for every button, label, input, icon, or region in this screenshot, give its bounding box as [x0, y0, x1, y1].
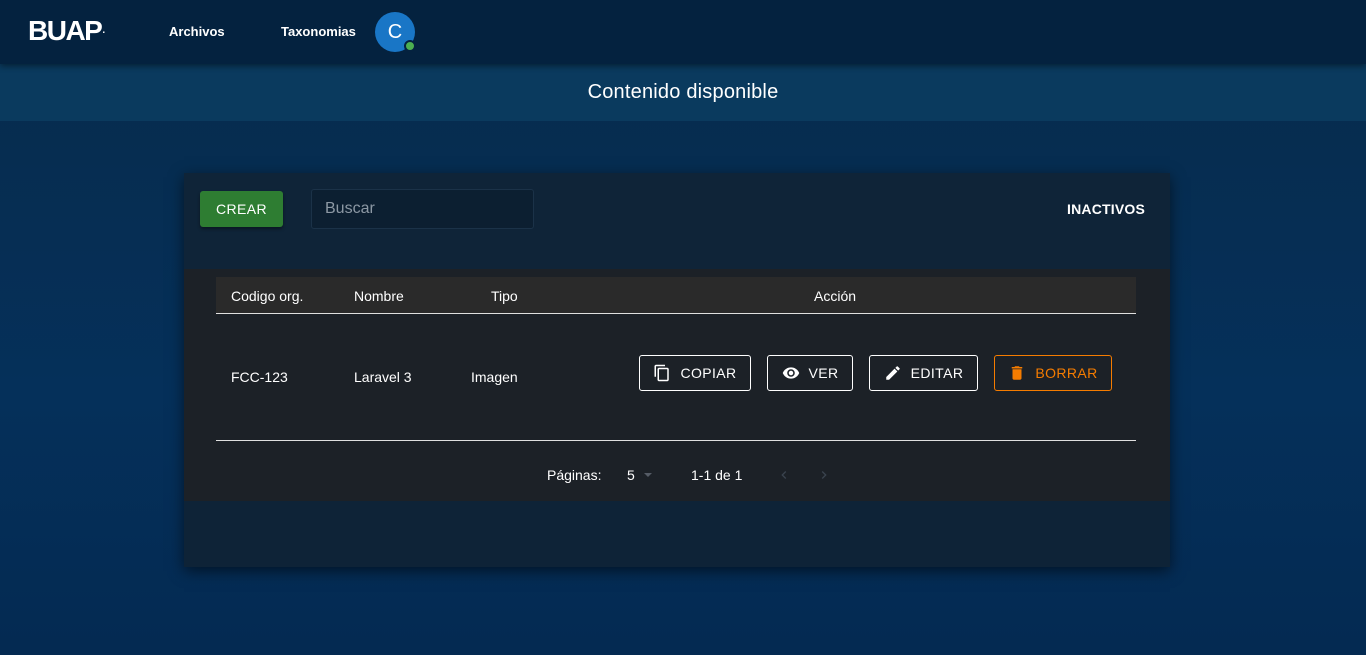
nav-link-archivos[interactable]: Archivos [169, 24, 225, 40]
page-title-band: Contenido disponible [0, 64, 1366, 121]
search-input[interactable] [311, 189, 534, 229]
table-row: FCC-123 Laravel 3 Imagen COPIAR VER EDIT… [216, 314, 1136, 441]
column-header-tipo[interactable]: Tipo [491, 288, 518, 304]
view-button[interactable]: VER [767, 355, 853, 391]
edit-button[interactable]: EDITAR [869, 355, 978, 391]
user-avatar[interactable]: C [375, 12, 416, 52]
column-header-codigo[interactable]: Codigo org. [231, 288, 303, 304]
previous-page-button[interactable] [774, 465, 794, 485]
create-button[interactable]: CREAR [200, 191, 283, 227]
view-button-label: VER [808, 365, 839, 381]
content-table: Codigo org. Nombre Tipo Acción FCC-123 L… [184, 269, 1170, 501]
cell-nombre: Laravel 3 [354, 369, 412, 385]
pagination: Páginas: 5 1-1 de 1 [184, 465, 1170, 485]
copy-button[interactable]: COPIAR [639, 355, 751, 391]
delete-button[interactable]: BORRAR [994, 355, 1112, 391]
delete-button-label: BORRAR [1035, 365, 1098, 381]
buap-logo[interactable]: BUAP. [28, 16, 105, 46]
caret-down-icon [644, 473, 652, 477]
copy-button-label: COPIAR [680, 365, 737, 381]
avatar-initial: C [387, 21, 403, 43]
copy-icon [654, 364, 670, 382]
trash-icon [1012, 366, 1023, 380]
page-title: Contenido disponible [587, 81, 779, 103]
table-header: Codigo org. Nombre Tipo Acción [216, 277, 1136, 314]
pencil-icon [885, 366, 900, 380]
next-page-button[interactable] [814, 465, 834, 485]
column-header-nombre[interactable]: Nombre [354, 288, 404, 304]
top-navbar: BUAP. Archivos Taxonomias C [0, 0, 1366, 64]
card-toolbar: CREAR INACTIVOS [184, 173, 1170, 269]
edit-button-label: EDITAR [910, 365, 964, 381]
nav-link-taxonomias[interactable]: Taxonomias [281, 24, 356, 40]
inactive-button[interactable]: INACTIVOS [1056, 191, 1156, 227]
content-card: CREAR INACTIVOS Codigo org. Nombre Tipo … [184, 173, 1170, 567]
rows-per-page-value: 5 [627, 467, 635, 483]
cell-codigo: FCC-123 [231, 369, 288, 385]
eye-icon [782, 367, 799, 379]
rows-per-page-select[interactable]: 5 [627, 467, 657, 483]
chevron-left-icon [781, 471, 787, 479]
online-status-indicator [404, 40, 416, 52]
chevron-right-icon [821, 471, 827, 479]
page-range: 1-1 de 1 [691, 467, 743, 483]
cell-tipo: Imagen [471, 369, 518, 385]
column-header-accion: Acción [814, 288, 857, 304]
rows-per-page-label: Páginas: [547, 467, 602, 483]
